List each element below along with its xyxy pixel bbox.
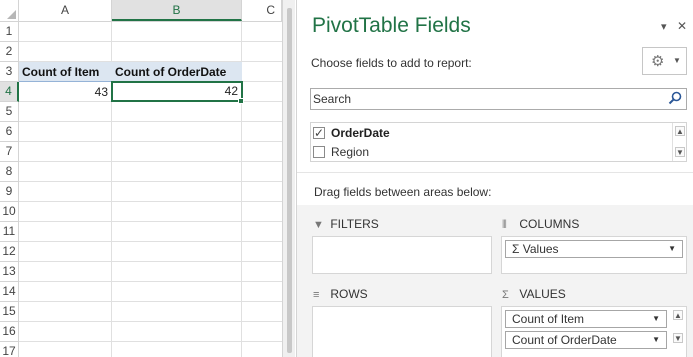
gridline [19, 261, 282, 262]
rows-label: ROWS [330, 287, 368, 301]
gridline [19, 41, 282, 42]
values-label: VALUES [519, 287, 566, 301]
gridline [19, 221, 282, 222]
spreadsheet-grid[interactable]: A B C 1 2 3 4 5 6 7 8 9 10 11 12 13 14 15 16 17 Count of… [0, 0, 282, 357]
columns-drop-zone[interactable]: Σ Values ▼ [501, 236, 687, 274]
search-input[interactable] [311, 89, 661, 109]
values-drop-zone[interactable]: Count of Item ▼ Count of OrderDate ▼ ▲ ▼ [501, 306, 687, 357]
vertical-scrollbar[interactable] [287, 8, 292, 353]
tools-button[interactable]: ⚙ ▼ [642, 47, 687, 75]
field-pill-label: Count of OrderDate [512, 333, 617, 347]
row-header-7[interactable]: 7 [0, 142, 19, 162]
filters-label: FILTERS [330, 217, 379, 231]
values-heading: Σ VALUES [502, 285, 566, 303]
row-header-10[interactable]: 10 [0, 202, 19, 222]
columns-heading: ⦀ COLUMNS [502, 215, 579, 233]
gridline [19, 341, 282, 342]
row-header-2[interactable]: 2 [0, 42, 19, 62]
values-scrollbar[interactable]: ▲ ▼ [671, 307, 685, 357]
columns-values-field[interactable]: Σ Values ▼ [505, 240, 683, 258]
row-header-5[interactable]: 5 [0, 102, 19, 122]
gridline [19, 241, 282, 242]
row-header-17[interactable]: 17 [0, 342, 19, 357]
choose-fields-label: Choose fields to add to report: [311, 56, 472, 70]
columns-icon: ⦀ [502, 219, 507, 231]
field-label: OrderDate [331, 126, 390, 140]
active-cell-b4[interactable]: 42 [111, 81, 243, 102]
row-header-4[interactable]: 4 [0, 82, 19, 102]
rows-heading: ≡ ROWS [313, 285, 368, 303]
cell-grid[interactable]: Count of Item Count of OrderDate 43 42 [19, 22, 282, 357]
scroll-down-icon[interactable]: ▼ [675, 147, 685, 157]
field-pill-label: Σ Values [512, 242, 559, 256]
search-icon[interactable] [668, 91, 682, 105]
pivot-header-count-of-item[interactable]: Count of Item [19, 62, 112, 82]
row-header-9[interactable]: 9 [0, 182, 19, 202]
column-header-c[interactable]: C [242, 0, 282, 21]
field-checkbox-region[interactable] [313, 146, 325, 158]
pivot-header-count-of-orderdate[interactable]: Count of OrderDate [112, 62, 242, 82]
row-header-13[interactable]: 13 [0, 262, 19, 282]
pane-options-dropdown-icon[interactable]: ▾ [661, 20, 667, 33]
select-all-icon [7, 10, 16, 19]
rows-icon: ≡ [313, 289, 320, 301]
gridline [19, 181, 282, 182]
pane-title: PivotTable Fields [312, 14, 471, 37]
row-header-6[interactable]: 6 [0, 122, 19, 142]
columns-label: COLUMNS [519, 217, 580, 231]
field-search[interactable] [310, 88, 687, 110]
chevron-down-icon[interactable]: ▼ [652, 332, 660, 348]
gridline [19, 201, 282, 202]
gridline [19, 321, 282, 322]
drag-fields-label: Drag fields between areas below: [314, 185, 492, 199]
scroll-down-icon[interactable]: ▼ [673, 333, 683, 343]
filters-area[interactable]: ▼ FILTERS [312, 215, 493, 275]
field-pill-label: Count of Item [512, 312, 585, 326]
row-header-15[interactable]: 15 [0, 302, 19, 322]
pivottable-fields-pane: PivotTable Fields ▾ ✕ Choose fields to a… [296, 0, 693, 357]
row-header-14[interactable]: 14 [0, 282, 19, 302]
chevron-down-icon: ▼ [673, 56, 681, 65]
close-icon[interactable]: ✕ [677, 19, 687, 33]
values-area[interactable]: Σ VALUES Count of Item ▼ Count of OrderD… [501, 285, 688, 357]
filter-icon: ▼ [313, 219, 324, 231]
column-headers: A B C [0, 0, 282, 22]
gridline [19, 281, 282, 282]
row-header-1[interactable]: 1 [0, 22, 19, 42]
values-field-count-of-orderdate[interactable]: Count of OrderDate ▼ [505, 331, 667, 349]
field-list-scrollbar[interactable]: ▲ ▼ [672, 123, 686, 161]
select-all-corner[interactable] [0, 0, 19, 21]
gridline [19, 301, 282, 302]
divider [297, 172, 693, 173]
gridline [19, 121, 282, 122]
filters-heading: ▼ FILTERS [313, 215, 379, 233]
field-list[interactable]: OrderDate Region ▲ ▼ [310, 122, 687, 162]
scroll-up-icon[interactable]: ▲ [675, 126, 685, 136]
gear-icon: ⚙ [651, 53, 665, 70]
column-header-b[interactable]: B [112, 0, 242, 21]
fill-handle[interactable] [238, 98, 244, 104]
gridline [19, 141, 282, 142]
gridline [19, 161, 282, 162]
row-header-8[interactable]: 8 [0, 162, 19, 182]
values-field-count-of-item[interactable]: Count of Item ▼ [505, 310, 667, 328]
chevron-down-icon[interactable]: ▼ [652, 311, 660, 327]
row-header-16[interactable]: 16 [0, 322, 19, 342]
filters-drop-zone[interactable] [312, 236, 492, 274]
row-header-3[interactable]: 3 [0, 62, 19, 82]
columns-area[interactable]: ⦀ COLUMNS Σ Values ▼ [501, 215, 688, 275]
row-header-12[interactable]: 12 [0, 242, 19, 262]
field-checkbox-orderdate[interactable] [313, 124, 325, 142]
column-header-a[interactable]: A [19, 0, 112, 21]
rows-area[interactable]: ≡ ROWS [312, 285, 493, 357]
scroll-up-icon[interactable]: ▲ [673, 310, 683, 320]
row-header-11[interactable]: 11 [0, 222, 19, 242]
field-label: Region [331, 145, 370, 159]
rows-drop-zone[interactable] [312, 306, 492, 357]
pivot-value-count-of-item[interactable]: 43 [19, 82, 111, 102]
sigma-icon: Σ [502, 289, 509, 301]
chevron-down-icon[interactable]: ▼ [668, 241, 676, 257]
